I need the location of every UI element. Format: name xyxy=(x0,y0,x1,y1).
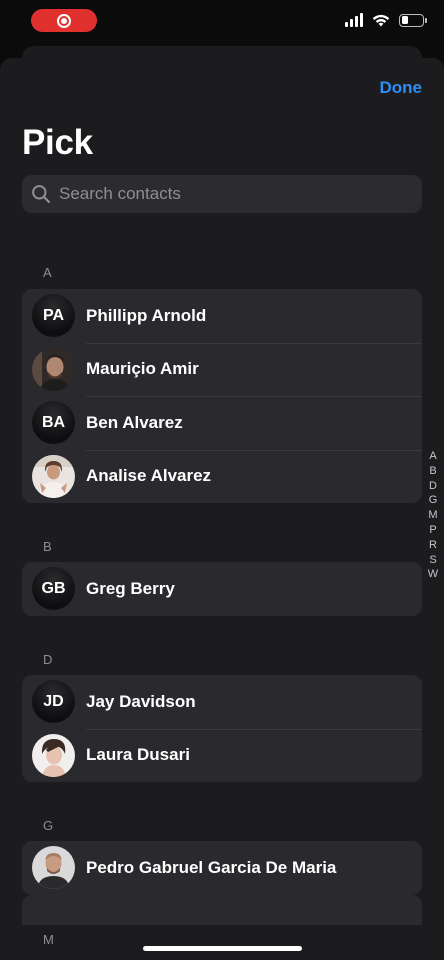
section-header-a: A xyxy=(43,265,52,280)
avatar-photo xyxy=(32,733,75,777)
search-icon xyxy=(32,185,51,204)
avatar-initials: BA xyxy=(32,401,75,445)
contact-row[interactable]: BA Ben Alvarez xyxy=(22,396,422,450)
contact-name: Pedro Gabruel Garcia De Maria xyxy=(86,857,337,877)
avatar-initials: JD xyxy=(32,680,75,724)
contact-picker-screen: Done Pick A PA Phillipp Arnold xyxy=(0,0,444,960)
index-letter[interactable]: G xyxy=(429,493,438,508)
contact-name: Laura Dusari xyxy=(86,745,190,765)
index-letter[interactable]: M xyxy=(428,508,437,523)
contact-group-b: GB Greg Berry xyxy=(22,562,422,616)
contact-group-d: JD Jay Davidson Laura Dusari xyxy=(22,675,422,782)
contact-row[interactable]: Laura Dusari xyxy=(22,728,422,783)
contact-name: Mauriçio Amir xyxy=(86,359,199,379)
contact-name: Ben Alvarez xyxy=(86,412,183,432)
contact-row[interactable]: Analise Alvarez xyxy=(22,449,422,504)
avatar-photo xyxy=(32,347,75,391)
section-header-d: D xyxy=(43,652,53,667)
contact-name: Jay Davidson xyxy=(86,691,196,711)
contact-group-g: Pedro Gabruel Garcia De Maria xyxy=(22,841,422,895)
avatar-photo xyxy=(32,846,75,890)
contact-picker-sheet: Done Pick A PA Phillipp Arnold xyxy=(0,58,444,960)
status-icons xyxy=(345,13,427,27)
cellular-signal-icon xyxy=(345,13,363,27)
section-header-g: G xyxy=(43,818,54,833)
contact-name: Analise Alvarez xyxy=(86,466,212,486)
index-letter[interactable]: P xyxy=(429,523,436,538)
contact-name: Greg Berry xyxy=(86,578,175,598)
screen-recording-indicator[interactable] xyxy=(31,9,97,32)
record-icon xyxy=(57,13,71,28)
search-bar[interactable] xyxy=(22,175,422,213)
contact-row[interactable]: Pedro Gabruel Garcia De Maria xyxy=(22,841,422,895)
index-letter[interactable]: W xyxy=(428,567,438,582)
alphabet-index[interactable]: A B D G M P R S W xyxy=(426,449,440,582)
battery-icon xyxy=(399,13,427,27)
avatar-initials: PA xyxy=(32,294,75,338)
done-button[interactable]: Done xyxy=(380,78,423,98)
avatar-initials: GB xyxy=(32,567,75,611)
index-letter[interactable]: R xyxy=(429,538,437,553)
page-title: Pick xyxy=(22,123,93,162)
wifi-icon xyxy=(372,14,390,26)
avatar-photo xyxy=(32,454,75,498)
index-letter[interactable]: S xyxy=(429,553,436,568)
status-bar xyxy=(0,0,444,44)
contact-row[interactable]: PA Phillipp Arnold xyxy=(22,289,422,343)
index-letter[interactable]: D xyxy=(429,479,437,494)
index-letter[interactable]: B xyxy=(429,464,436,479)
contact-group-m xyxy=(22,895,422,925)
contact-name: Phillipp Arnold xyxy=(86,305,207,325)
contact-group-a: PA Phillipp Arnold Mauriçio Amir BA Ben … xyxy=(22,289,422,503)
section-header-b: B xyxy=(43,539,52,554)
section-header-m: M xyxy=(43,932,55,947)
contact-row[interactable]: Mauriçio Amir xyxy=(22,342,422,397)
contact-row[interactable]: JD Jay Davidson xyxy=(22,675,422,729)
search-input[interactable] xyxy=(57,183,411,205)
index-letter[interactable]: A xyxy=(429,449,436,464)
contact-row[interactable]: GB Greg Berry xyxy=(22,562,422,616)
home-indicator[interactable] xyxy=(143,946,302,951)
